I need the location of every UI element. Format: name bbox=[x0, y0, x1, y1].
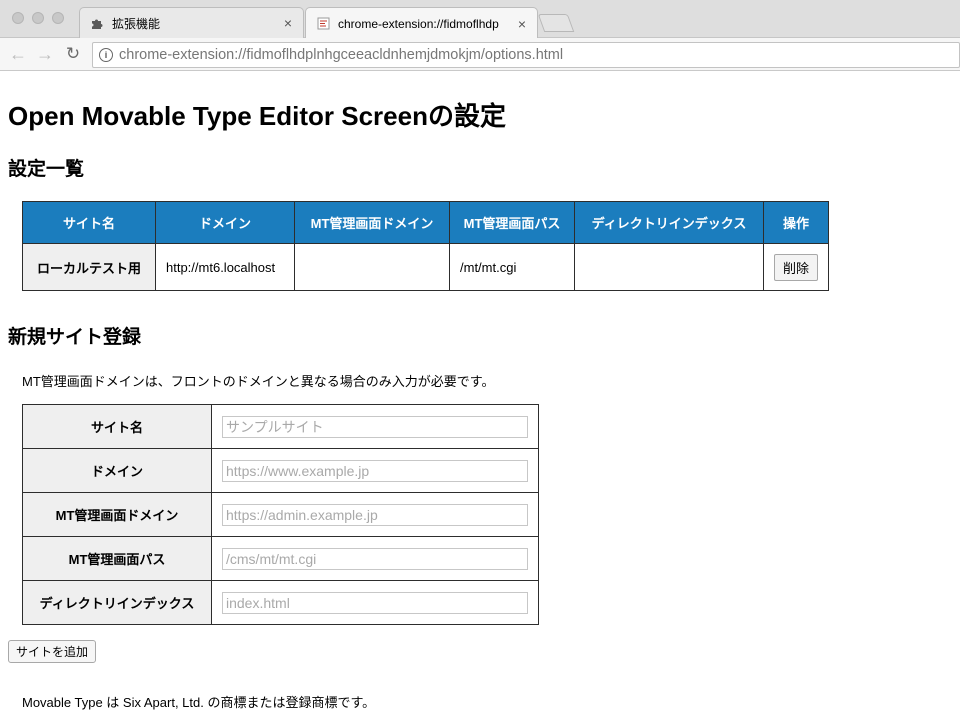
extension-page-icon bbox=[316, 17, 330, 31]
domain-cell: http://mt6.localhost bbox=[155, 243, 295, 291]
admin-domain-input[interactable] bbox=[222, 503, 528, 526]
puzzle-icon bbox=[90, 16, 104, 30]
new-site-heading: 新規サイト登録 bbox=[8, 327, 142, 348]
delete-button[interactable]: 削除 bbox=[774, 253, 819, 281]
field-label: ディレクトリインデックス bbox=[22, 580, 212, 625]
site-name-cell: ローカルテスト用 bbox=[22, 243, 156, 291]
column-header: サイト名 bbox=[22, 201, 156, 244]
site-name-input[interactable] bbox=[222, 415, 528, 438]
directory-index-cell bbox=[574, 243, 764, 291]
back-arrow-icon[interactable]: ← bbox=[8, 44, 28, 64]
close-tab-icon[interactable]: × bbox=[513, 16, 531, 32]
url-text: chrome-extension://fidmoflhdplnhgceeacld… bbox=[119, 47, 564, 63]
action-cell: 削除 bbox=[762, 243, 830, 291]
column-header: ドメイン bbox=[155, 201, 295, 244]
form-row: MT管理画面ドメイン bbox=[22, 492, 539, 537]
tab-extensions[interactable]: 拡張機能 × bbox=[79, 7, 304, 38]
field-label: MT管理画面パス bbox=[22, 536, 212, 581]
add-site-button[interactable]: サイトを追加 bbox=[8, 640, 97, 663]
column-header: MT管理画面ドメイン bbox=[294, 201, 450, 244]
form-row: MT管理画面パス bbox=[22, 536, 539, 581]
column-header: 操作 bbox=[762, 201, 830, 244]
new-site-form: サイト名 ドメイン MT管理画面ドメイン MT管理画面パス ディレクトリインデッ… bbox=[22, 404, 539, 625]
directory-index-input[interactable] bbox=[222, 591, 528, 614]
admin-domain-cell bbox=[294, 243, 450, 291]
page-content: Open Movable Type Editor Screenの設定 設定一覧 … bbox=[0, 72, 960, 720]
browser-toolbar: ← → ↻ i chrome-extension://fidmoflhdplnh… bbox=[0, 38, 960, 71]
page-title: Open Movable Type Editor Screenの設定 bbox=[8, 101, 506, 131]
field-label: ドメイン bbox=[22, 448, 212, 493]
settings-table: サイト名 ドメイン MT管理画面ドメイン MT管理画面パス ディレクトリインデッ… bbox=[22, 201, 830, 291]
zoom-window-button[interactable] bbox=[52, 12, 64, 24]
tab-title: chrome-extension://fidmoflhdp bbox=[338, 16, 499, 31]
column-header: MT管理画面パス bbox=[449, 201, 575, 244]
tab-title: 拡張機能 bbox=[112, 16, 161, 31]
tab-strip: 拡張機能 × chrome-extension://fidmoflhdp × bbox=[0, 0, 960, 39]
field-label: サイト名 bbox=[22, 404, 212, 449]
reload-icon[interactable]: ↻ bbox=[63, 44, 83, 64]
admin-path-input[interactable] bbox=[222, 547, 528, 570]
form-row: ディレクトリインデックス bbox=[22, 580, 539, 625]
info-icon[interactable]: i bbox=[99, 48, 113, 62]
settings-list-heading: 設定一覧 bbox=[8, 159, 85, 180]
close-window-button[interactable] bbox=[12, 12, 24, 24]
field-label: MT管理画面ドメイン bbox=[22, 492, 212, 537]
table-header-row: サイト名 ドメイン MT管理画面ドメイン MT管理画面パス ディレクトリインデッ… bbox=[22, 201, 830, 244]
admin-domain-note: MT管理画面ドメインは、フロントのドメインと異なる場合のみ入力が必要です。 bbox=[22, 374, 495, 389]
trademark-footer: Movable Type は Six Apart, Ltd. の商標または登録商… bbox=[22, 695, 376, 710]
form-row: ドメイン bbox=[22, 448, 539, 493]
domain-input[interactable] bbox=[222, 459, 528, 482]
address-bar[interactable]: i chrome-extension://fidmoflhdplnhgceeac… bbox=[92, 42, 960, 68]
minimize-window-button[interactable] bbox=[32, 12, 44, 24]
new-tab-button[interactable] bbox=[537, 14, 575, 32]
admin-path-cell: /mt/mt.cgi bbox=[449, 243, 575, 291]
close-tab-icon[interactable]: × bbox=[279, 15, 297, 31]
column-header: ディレクトリインデックス bbox=[574, 201, 764, 244]
form-row: サイト名 bbox=[22, 404, 539, 449]
forward-arrow-icon[interactable]: → bbox=[35, 44, 55, 64]
table-row: ローカルテスト用 http://mt6.localhost /mt/mt.cgi… bbox=[22, 243, 830, 291]
tab-options-page[interactable]: chrome-extension://fidmoflhdp × bbox=[305, 7, 538, 39]
